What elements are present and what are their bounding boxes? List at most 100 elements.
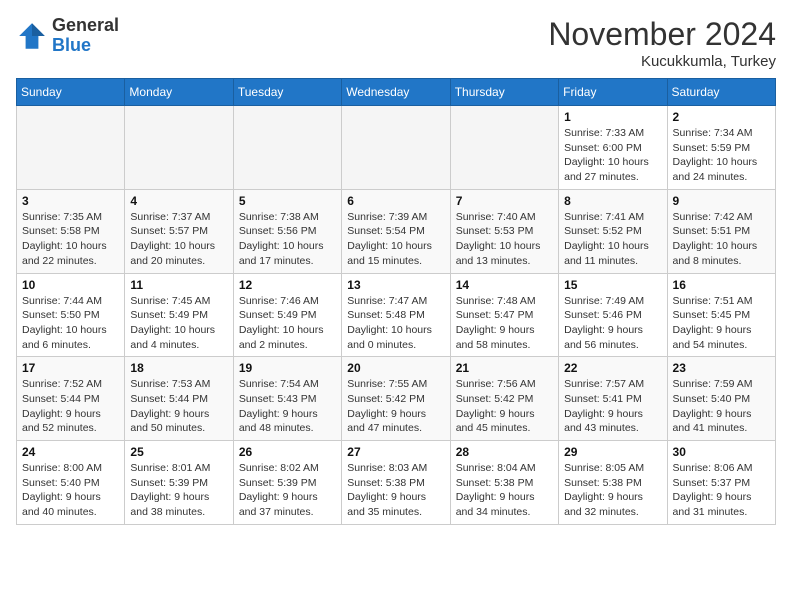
day-number: 4: [130, 194, 227, 208]
day-detail: Sunrise: 7:59 AMSunset: 5:40 PMDaylight:…: [673, 377, 770, 436]
day-number: 17: [22, 361, 119, 375]
location-label: Kucukkumla, Turkey: [548, 53, 776, 70]
weekday-header-monday: Monday: [125, 79, 233, 106]
day-number: 12: [239, 278, 336, 292]
day-number: 10: [22, 278, 119, 292]
calendar-cell-empty-1: [125, 106, 233, 190]
day-detail: Sunrise: 7:45 AMSunset: 5:49 PMDaylight:…: [130, 294, 227, 353]
calendar-cell-19: 19Sunrise: 7:54 AMSunset: 5:43 PMDayligh…: [233, 357, 341, 441]
day-detail: Sunrise: 7:47 AMSunset: 5:48 PMDaylight:…: [347, 294, 444, 353]
calendar-cell-empty-0: [17, 106, 125, 190]
day-number: 14: [456, 278, 553, 292]
logo-icon: [16, 20, 48, 52]
logo: General Blue: [16, 16, 119, 56]
calendar-cell-4: 4 Sunrise: 7:37 AMSunset: 5:57 PMDaylight…: [125, 189, 233, 273]
day-detail: Sunrise: 8:05 AMSunset: 5:38 PMDaylight:…: [564, 461, 661, 520]
day-number: 5: [239, 194, 336, 208]
calendar-cell-6: 6Sunrise: 7:39 AMSunset: 5:54 PMDaylight…: [342, 189, 450, 273]
calendar-cell-11: 11 Sunrise: 7:45 AMSunset: 5:49 PMDayligh…: [125, 273, 233, 357]
day-detail: Sunrise: 7:44 AMSunset: 5:50 PMDaylight:…: [22, 294, 119, 353]
calendar-cell-15: 15Sunrise: 7:49 AMSunset: 5:46 PMDayligh…: [559, 273, 667, 357]
calendar-cell-8: 8 Sunrise: 7:41 AMSunset: 5:52 PMDaylight…: [559, 189, 667, 273]
calendar-cell-1: 1Sunrise: 7:33 AMSunset: 6:00 PMDaylight…: [559, 106, 667, 190]
weekday-header-sunday: Sunday: [17, 79, 125, 106]
calendar-cell-26: 26 Sunrise: 8:02 AMSunset: 5:39 PMDayligh…: [233, 441, 341, 525]
day-number: 27: [347, 445, 444, 459]
day-detail: Sunrise: 8:02 AMSunset: 5:39 PMDaylight:…: [239, 461, 336, 520]
calendar-cell-empty-4: [450, 106, 558, 190]
calendar-cell-14: 14 Sunrise: 7:48 AMSunset: 5:47 PMDayligh…: [450, 273, 558, 357]
day-detail: Sunrise: 7:34 AMSunset: 5:59 PMDaylight:…: [673, 126, 770, 185]
day-number: 20: [347, 361, 444, 375]
week-row-1: 1Sunrise: 7:33 AMSunset: 6:00 PMDaylight…: [17, 106, 776, 190]
day-number: 18: [130, 361, 227, 375]
day-detail: Sunrise: 8:00 AMSunset: 5:40 PMDaylight:…: [22, 461, 119, 520]
calendar-cell-25: 25 Sunrise: 8:01 AMSunset: 5:39 PMDayligh…: [125, 441, 233, 525]
day-detail: Sunrise: 7:57 AMSunset: 5:41 PMDaylight:…: [564, 377, 661, 436]
day-detail: Sunrise: 7:48 AMSunset: 5:47 PMDaylight:…: [456, 294, 553, 353]
day-detail: Sunrise: 8:04 AMSunset: 5:38 PMDaylight:…: [456, 461, 553, 520]
day-number: 23: [673, 361, 770, 375]
weekday-header-row: SundayMondayTuesdayWednesdayThursdayFrid…: [17, 79, 776, 106]
day-detail: Sunrise: 7:37 AMSunset: 5:57 PMDaylight:…: [130, 210, 227, 269]
calendar-cell-21: 21 Sunrise: 7:56 AMSunset: 5:42 PMDayligh…: [450, 357, 558, 441]
calendar-cell-23: 23 Sunrise: 7:59 AMSunset: 5:40 PMDayligh…: [667, 357, 775, 441]
calendar-cell-3: 3Sunrise: 7:35 AMSunset: 5:58 PMDaylight…: [17, 189, 125, 273]
week-row-3: 10 Sunrise: 7:44 AMSunset: 5:50 PMDayligh…: [17, 273, 776, 357]
weekday-header-thursday: Thursday: [450, 79, 558, 106]
calendar-cell-12: 12 Sunrise: 7:46 AMSunset: 5:49 PMDayligh…: [233, 273, 341, 357]
day-number: 8: [564, 194, 661, 208]
day-number: 22: [564, 361, 661, 375]
calendar-table: SundayMondayTuesdayWednesdayThursdayFrid…: [16, 78, 776, 525]
day-number: 30: [673, 445, 770, 459]
calendar-cell-2: 2 Sunrise: 7:34 AMSunset: 5:59 PMDaylight…: [667, 106, 775, 190]
calendar-cell-27: 27 Sunrise: 8:03 AMSunset: 5:38 PMDayligh…: [342, 441, 450, 525]
day-number: 25: [130, 445, 227, 459]
day-detail: Sunrise: 8:03 AMSunset: 5:38 PMDaylight:…: [347, 461, 444, 520]
day-number: 11: [130, 278, 227, 292]
day-detail: Sunrise: 7:41 AMSunset: 5:52 PMDaylight:…: [564, 210, 661, 269]
calendar-cell-empty-2: [233, 106, 341, 190]
week-row-2: 3Sunrise: 7:35 AMSunset: 5:58 PMDaylight…: [17, 189, 776, 273]
day-number: 3: [22, 194, 119, 208]
day-number: 28: [456, 445, 553, 459]
calendar-cell-17: 17 Sunrise: 7:52 AMSunset: 5:44 PMDayligh…: [17, 357, 125, 441]
day-number: 16: [673, 278, 770, 292]
calendar-cell-empty-3: [342, 106, 450, 190]
calendar-cell-10: 10 Sunrise: 7:44 AMSunset: 5:50 PMDayligh…: [17, 273, 125, 357]
calendar-cell-28: 28 Sunrise: 8:04 AMSunset: 5:38 PMDayligh…: [450, 441, 558, 525]
day-detail: Sunrise: 7:49 AMSunset: 5:46 PMDaylight:…: [564, 294, 661, 353]
day-detail: Sunrise: 7:46 AMSunset: 5:49 PMDaylight:…: [239, 294, 336, 353]
day-detail: Sunrise: 7:55 AMSunset: 5:42 PMDaylight:…: [347, 377, 444, 436]
day-detail: Sunrise: 7:52 AMSunset: 5:44 PMDaylight:…: [22, 377, 119, 436]
day-detail: Sunrise: 7:56 AMSunset: 5:42 PMDaylight:…: [456, 377, 553, 436]
day-number: 24: [22, 445, 119, 459]
calendar-cell-5: 5 Sunrise: 7:38 AMSunset: 5:56 PMDaylight…: [233, 189, 341, 273]
day-detail: Sunrise: 8:01 AMSunset: 5:39 PMDaylight:…: [130, 461, 227, 520]
day-detail: Sunrise: 7:38 AMSunset: 5:56 PMDaylight:…: [239, 210, 336, 269]
day-detail: Sunrise: 7:51 AMSunset: 5:45 PMDaylight:…: [673, 294, 770, 353]
calendar-cell-20: 20 Sunrise: 7:55 AMSunset: 5:42 PMDayligh…: [342, 357, 450, 441]
calendar-cell-22: 22 Sunrise: 7:57 AMSunset: 5:41 PMDayligh…: [559, 357, 667, 441]
week-row-5: 24 Sunrise: 8:00 AMSunset: 5:40 PMDayligh…: [17, 441, 776, 525]
weekday-header-friday: Friday: [559, 79, 667, 106]
day-number: 29: [564, 445, 661, 459]
logo-blue-label: Blue: [52, 36, 119, 56]
logo-general-label: General: [52, 16, 119, 36]
day-number: 21: [456, 361, 553, 375]
calendar-cell-16: 16 Sunrise: 7:51 AMSunset: 5:45 PMDayligh…: [667, 273, 775, 357]
logo-text: General Blue: [52, 16, 119, 56]
calendar-cell-18: 18Sunrise: 7:53 AMSunset: 5:44 PMDayligh…: [125, 357, 233, 441]
weekday-header-tuesday: Tuesday: [233, 79, 341, 106]
day-number: 7: [456, 194, 553, 208]
calendar-cell-9: 9Sunrise: 7:42 AMSunset: 5:51 PMDaylight…: [667, 189, 775, 273]
day-number: 26: [239, 445, 336, 459]
day-number: 13: [347, 278, 444, 292]
day-number: 9: [673, 194, 770, 208]
day-number: 1: [564, 110, 661, 124]
day-number: 2: [673, 110, 770, 124]
page-header: General Blue November 2024 Kucukkumla, T…: [16, 16, 776, 70]
day-detail: Sunrise: 8:06 AMSunset: 5:37 PMDaylight:…: [673, 461, 770, 520]
calendar-cell-24: 24 Sunrise: 8:00 AMSunset: 5:40 PMDayligh…: [17, 441, 125, 525]
weekday-header-saturday: Saturday: [667, 79, 775, 106]
